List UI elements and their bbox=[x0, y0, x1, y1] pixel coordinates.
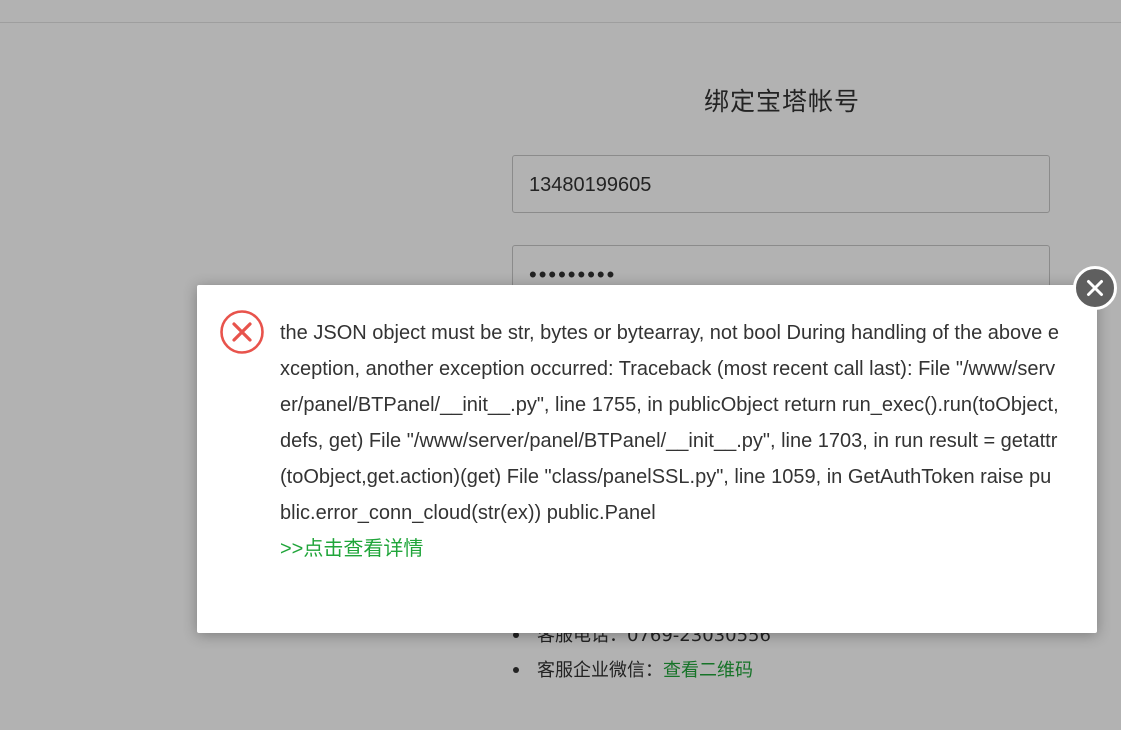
error-message: the JSON object must be str, bytes or by… bbox=[280, 322, 1059, 524]
error-circle-x-icon bbox=[219, 309, 265, 355]
error-message-block: the JSON object must be str, bytes or by… bbox=[280, 315, 1062, 567]
view-details-link[interactable]: >>点击查看详情 bbox=[280, 531, 1062, 567]
close-dialog-button[interactable] bbox=[1073, 266, 1117, 310]
error-dialog: the JSON object must be str, bytes or by… bbox=[197, 285, 1097, 633]
close-circle-icon bbox=[1073, 266, 1117, 310]
